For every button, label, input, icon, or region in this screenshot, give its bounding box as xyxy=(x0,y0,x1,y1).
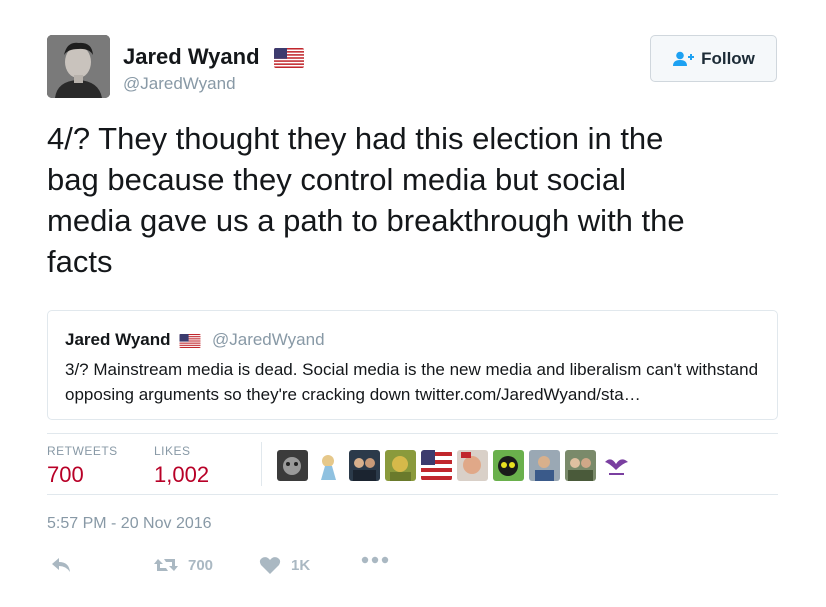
us-flag-icon xyxy=(273,48,304,69)
us-flag-icon xyxy=(179,333,201,348)
likes-stat[interactable]: LIKES 1,002 xyxy=(154,444,209,488)
retweets-value: 700 xyxy=(47,462,84,487)
liker-avatar[interactable] xyxy=(313,450,344,481)
liker-avatar[interactable] xyxy=(565,450,596,481)
tweet-text: 4/? They thought they had this election … xyxy=(47,121,685,279)
liker-avatar[interactable] xyxy=(457,450,488,481)
tweet-stats: RETWEETS 700 LIKES 1,002 xyxy=(47,433,778,495)
liker-avatar[interactable] xyxy=(385,450,416,481)
reply-icon xyxy=(52,558,70,572)
heart-icon xyxy=(259,557,281,574)
author-avatar[interactable] xyxy=(47,35,110,98)
retweet-icon xyxy=(154,559,178,571)
like-button[interactable]: 1K xyxy=(259,556,310,575)
likes-value: 1,002 xyxy=(154,462,210,487)
tweet-timestamp[interactable]: 5:57 PM - 20 Nov 2016 xyxy=(47,515,212,533)
author-handle[interactable]: @JaredWyand xyxy=(123,74,236,94)
follow-button[interactable]: Follow xyxy=(650,35,777,82)
add-user-icon xyxy=(673,51,695,66)
liker-avatar[interactable] xyxy=(349,450,380,481)
liker-avatar[interactable] xyxy=(421,450,452,481)
liker-avatar[interactable] xyxy=(529,450,560,481)
quoted-author-handle: @JaredWyand xyxy=(211,330,325,349)
retweet-button[interactable]: 700 xyxy=(153,556,213,574)
retweets-stat[interactable]: RETWEETS 700 xyxy=(47,444,118,488)
liker-avatars xyxy=(277,450,632,481)
liker-avatar[interactable] xyxy=(277,450,308,481)
quoted-text: 3/? Mainstream media is dead. Social med… xyxy=(65,360,759,404)
retweets-label: RETWEETS xyxy=(47,444,118,458)
retweet-count: 700 xyxy=(188,556,214,574)
more-button[interactable] xyxy=(361,556,389,564)
quoted-tweet[interactable]: Jared Wyand @JaredWyand 3/? Mainstream m… xyxy=(47,310,778,420)
author-name[interactable]: Jared Wyand xyxy=(123,44,304,70)
reply-button[interactable] xyxy=(50,556,72,574)
quoted-header: Jared Wyand @JaredWyand xyxy=(65,330,325,350)
author-name-text[interactable]: Jared Wyand xyxy=(123,44,260,69)
stats-divider xyxy=(261,442,263,486)
quoted-author-name: Jared Wyand xyxy=(65,330,171,349)
likes-label: LIKES xyxy=(154,444,191,458)
liker-avatar[interactable] xyxy=(601,450,632,481)
liker-avatar[interactable] xyxy=(493,450,524,481)
follow-label: Follow xyxy=(701,48,755,68)
more-options-icon xyxy=(361,556,389,564)
like-count: 1K xyxy=(291,557,311,574)
